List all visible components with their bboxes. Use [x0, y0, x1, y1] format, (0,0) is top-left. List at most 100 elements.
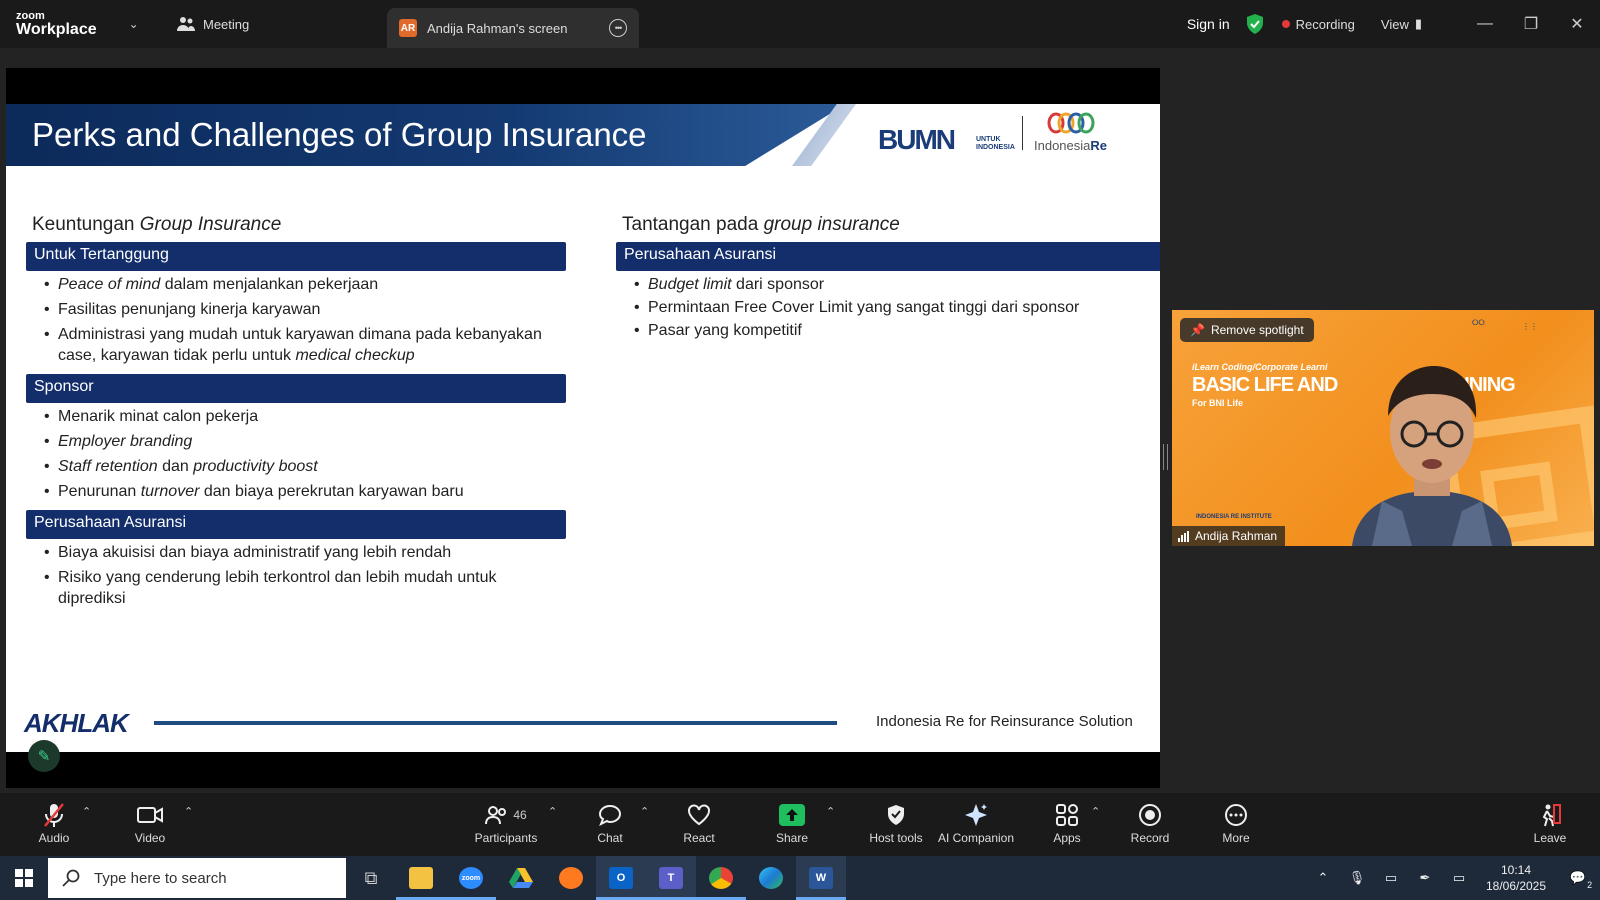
participants-options-chevron-icon[interactable]: ⌃: [548, 805, 557, 818]
search-icon: [62, 869, 80, 887]
video-options-chevron-icon[interactable]: ⌃: [184, 805, 193, 818]
video-bg-logo-mark-icon: ⋮⋮: [1522, 322, 1538, 331]
bumn-logo-subtitle: UNTUK INDONESIA: [976, 136, 1015, 151]
share-button[interactable]: Share: [752, 801, 832, 845]
task-view-icon[interactable]: ⧉: [346, 856, 396, 900]
participants-button[interactable]: 46 Participants: [456, 801, 556, 845]
chevron-down-icon[interactable]: ⌄: [129, 17, 139, 31]
video-button[interactable]: Video: [110, 801, 190, 845]
sparkle-icon: [964, 801, 988, 829]
section-bar-insured: Untuk Tertanggung: [26, 242, 566, 271]
react-button[interactable]: React: [659, 801, 739, 845]
edge-icon[interactable]: [746, 856, 796, 900]
shield-check-icon[interactable]: [1246, 14, 1264, 34]
ai-companion-button[interactable]: AI Companion: [926, 801, 1026, 845]
chat-label: Chat: [597, 831, 623, 845]
tab-shared-screen-label: Andija Rahman's screen: [427, 20, 568, 36]
microphone-icon[interactable]: 🎙: [1340, 870, 1374, 886]
file-explorer-icon[interactable]: [396, 856, 446, 900]
close-icon[interactable]: ✕: [1554, 0, 1600, 48]
video-bg-logo-rings-icon: ⭘⭘: [1472, 318, 1485, 327]
outlook-icon[interactable]: O: [596, 856, 646, 900]
zoom-app-icon[interactable]: zoom: [446, 856, 496, 900]
minimize-icon[interactable]: —: [1462, 0, 1508, 48]
section-bar-insurer-challenges: Perusahaan Asuransi: [616, 242, 1160, 271]
insured-list: Peace of mind dalam menjalankan pekerjaa…: [44, 274, 566, 366]
notification-icon[interactable]: 💬 2: [1556, 870, 1600, 890]
footer-divider: [154, 721, 837, 725]
tab-meeting[interactable]: Meeting: [145, 0, 375, 48]
record-button[interactable]: Record: [1110, 801, 1190, 845]
notification-count: 2: [1587, 880, 1593, 890]
list-item: Menarik minat calon pekerja: [44, 406, 566, 427]
challenges-column: Tantangan pada group insurance Perusahaa…: [616, 214, 1160, 349]
split-resize-handle[interactable]: [1163, 444, 1168, 470]
challenges-list: Budget limit dari sponsor Permintaan Fre…: [634, 274, 1160, 341]
meeting-stage: Perks and Challenges of Group Insurance …: [0, 48, 1600, 793]
clock-date: 18/06/2025: [1485, 879, 1547, 893]
more-dots-icon: [1224, 801, 1248, 829]
record-dot-icon: [1281, 20, 1290, 28]
restore-icon[interactable]: ❐: [1508, 0, 1554, 48]
participant-name-tag: Andija Rahman: [1172, 526, 1286, 546]
more-options-icon[interactable]: •••: [609, 19, 627, 37]
more-button[interactable]: More: [1196, 801, 1276, 845]
pin-icon: 📌: [1190, 323, 1205, 337]
windows-start-icon[interactable]: [0, 856, 48, 900]
word-icon[interactable]: W: [796, 856, 846, 900]
view-button[interactable]: View ▮: [1381, 16, 1422, 32]
leave-button[interactable]: Leave: [1510, 801, 1590, 845]
shared-screen[interactable]: Perks and Challenges of Group Insurance …: [6, 68, 1160, 788]
remove-spotlight-button[interactable]: 📌 Remove spotlight: [1180, 318, 1314, 342]
apps-label: Apps: [1053, 831, 1081, 845]
clock-time: 10:14: [1500, 863, 1532, 877]
recording-label: Recording: [1295, 16, 1355, 32]
shield-icon: [886, 801, 906, 829]
chevron-up-icon[interactable]: ⌃: [1306, 870, 1340, 886]
search-placeholder: Type here to search: [94, 869, 227, 887]
screen-capture-icon[interactable]: ▭: [1374, 870, 1408, 886]
list-item: Staff retention dan productivity boost: [44, 456, 566, 477]
list-item: Biaya akuisisi dan biaya administratif y…: [44, 542, 566, 563]
indonesia-re-wordmark: IndonesiaRe: [1034, 138, 1108, 153]
annotate-pencil-icon[interactable]: ✎: [28, 740, 60, 772]
video-label: Video: [134, 831, 166, 845]
network-icon[interactable]: ▭: [1442, 870, 1476, 886]
chrome-icon[interactable]: [696, 856, 746, 900]
list-item: Fasilitas penunjang kinerja karyawan: [44, 299, 566, 320]
benefits-heading: Keuntungan Group Insurance: [32, 214, 282, 235]
google-drive-icon[interactable]: [496, 856, 546, 900]
list-item: Penurunan turnover dan biaya perekrutan …: [44, 481, 566, 502]
taskbar-search-input[interactable]: Type here to search: [48, 858, 346, 898]
section-bar-sponsor: Sponsor: [26, 374, 566, 403]
chat-button[interactable]: Chat: [570, 801, 650, 845]
apps-options-chevron-icon[interactable]: ⌃: [1091, 805, 1100, 818]
insurer-list: Biaya akuisisi dan biaya administratif y…: [44, 542, 566, 609]
recording-indicator[interactable]: Recording: [1281, 16, 1355, 32]
slide-title: Perks and Challenges of Group Insurance: [32, 116, 647, 153]
share-options-chevron-icon[interactable]: ⌃: [826, 805, 835, 818]
pen-icon[interactable]: ✒: [1408, 870, 1442, 886]
react-label: React: [683, 831, 715, 845]
teams-icon[interactable]: T: [646, 856, 696, 900]
video-bg-caption: iLearn Coding/Corporate Learni: [1192, 362, 1328, 372]
record-label: Record: [1130, 831, 1170, 845]
akhlak-logo: AKHLAK: [24, 708, 129, 738]
participant-video-tile[interactable]: ⭘⭘ ⋮⋮ iLearn Coding/Corporate Learni BAS…: [1172, 310, 1594, 546]
chat-options-chevron-icon[interactable]: ⌃: [640, 805, 649, 818]
tab-shared-screen[interactable]: AR Andija Rahman's screen •••: [387, 8, 639, 48]
title-bar: zoom Workplace ⌄ Meeting AR Andija Rahma…: [0, 0, 1600, 48]
sign-in-link[interactable]: Sign in: [1187, 16, 1230, 32]
sponsor-list: Menarik minat calon pekerja Employer bra…: [44, 406, 566, 502]
video-bg-institute: INDONESIA RE INSTITUTE: [1196, 514, 1272, 520]
apps-grid-icon: [1055, 801, 1079, 829]
participants-label: Participants: [474, 831, 538, 845]
brand-small: zoom: [16, 9, 45, 22]
logo-divider: [1022, 116, 1023, 150]
firefox-icon[interactable]: [546, 856, 596, 900]
signal-strength-icon: [1178, 530, 1189, 542]
zoom-workplace-menu[interactable]: zoom Workplace ⌄: [0, 9, 145, 38]
taskbar-clock[interactable]: 10:14 18/06/2025: [1476, 862, 1556, 894]
share-label: Share: [775, 831, 809, 845]
audio-options-chevron-icon[interactable]: ⌃: [82, 805, 91, 818]
